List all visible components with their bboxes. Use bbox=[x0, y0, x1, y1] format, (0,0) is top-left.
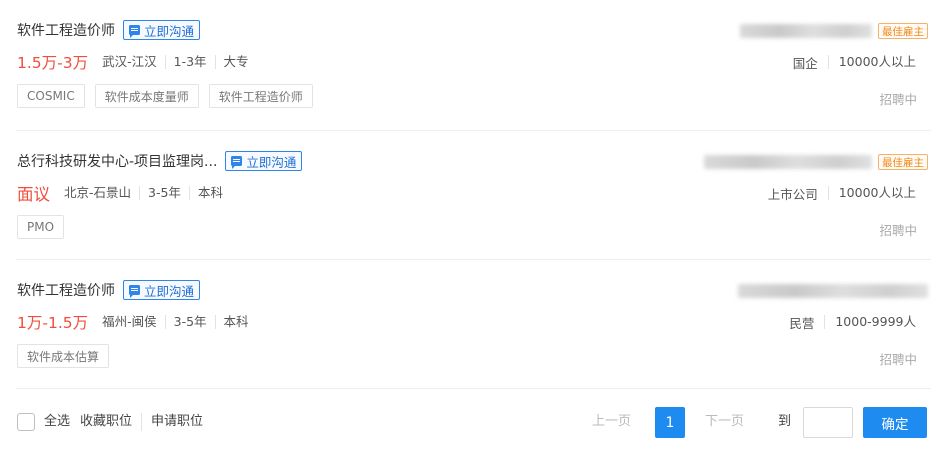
page-number-current[interactable]: 1 bbox=[655, 407, 685, 438]
experience: 3-5年 bbox=[139, 186, 189, 200]
best-employer-badge: 最佳雇主 bbox=[878, 23, 928, 39]
job-title[interactable]: 软件工程造价师 bbox=[17, 280, 115, 300]
experience: 3-5年 bbox=[164, 315, 215, 329]
select-all-label[interactable]: 全选 bbox=[44, 413, 70, 431]
job-title[interactable]: 软件工程造价师 bbox=[17, 20, 115, 40]
tag-list: PMO bbox=[17, 215, 74, 239]
company-name-redacted[interactable] bbox=[738, 284, 928, 298]
best-employer-badge: 最佳雇主 bbox=[878, 154, 928, 170]
company-type: 国企 bbox=[792, 55, 818, 71]
company-size: 10000人以上 bbox=[827, 55, 916, 69]
skill-tag: 软件工程造价师 bbox=[208, 84, 313, 108]
footer-separator bbox=[141, 413, 142, 431]
experience: 1-3年 bbox=[164, 55, 215, 69]
apply-jobs-button[interactable]: 申请职位 bbox=[151, 413, 203, 431]
chat-button-label: 立即沟通 bbox=[144, 283, 195, 299]
skill-tag: 软件成本度量师 bbox=[94, 84, 199, 108]
company-name-redacted[interactable] bbox=[740, 24, 872, 38]
company-size: 1000-9999人 bbox=[824, 315, 916, 329]
company-row bbox=[738, 280, 928, 302]
job-title-row: 软件工程造价师 立即沟通 bbox=[17, 278, 201, 302]
job-title-row: 总行科技研发中心-项目监理岗... 立即沟通 bbox=[17, 149, 303, 173]
skill-tag: COSMIC bbox=[17, 84, 85, 108]
job-status: 招聘中 bbox=[879, 352, 917, 367]
job-title[interactable]: 总行科技研发中心-项目监理岗... bbox=[17, 151, 217, 171]
company-type: 民营 bbox=[789, 315, 815, 331]
chat-button-label: 立即沟通 bbox=[246, 154, 297, 170]
tag-list: 软件成本估算 bbox=[17, 344, 119, 368]
location: 福州-闽侯 bbox=[102, 314, 157, 329]
salary: 1万-1.5万 bbox=[17, 314, 89, 332]
select-all-checkbox[interactable] bbox=[17, 413, 35, 431]
location: 北京-石景山 bbox=[64, 185, 132, 200]
next-page-button[interactable]: 下一页 bbox=[705, 412, 744, 432]
salary: 面议 bbox=[17, 185, 50, 204]
job-card[interactable]: 总行科技研发中心-项目监理岗... 立即沟通 面议 北京-石景山 3-5年 本科… bbox=[0, 131, 947, 259]
favorite-jobs-button[interactable]: 收藏职位 bbox=[80, 413, 132, 431]
company-row: 最佳雇主 bbox=[740, 20, 928, 42]
chat-button[interactable]: 立即沟通 bbox=[123, 20, 201, 40]
skill-tag: 软件成本估算 bbox=[17, 344, 110, 368]
job-info-row: 1.5万-3万 武汉-江汉 1-3年 大专 bbox=[17, 50, 257, 74]
education: 本科 bbox=[214, 315, 257, 329]
chat-icon bbox=[231, 156, 243, 169]
company-info-row: 民营 1000-9999人 bbox=[789, 311, 916, 333]
job-title-row: 软件工程造价师 立即沟通 bbox=[17, 18, 201, 42]
job-card[interactable]: 软件工程造价师 立即沟通 1.5万-3万 武汉-江汉 1-3年 大专 COSMI… bbox=[0, 0, 947, 128]
goto-label: 到 bbox=[778, 414, 792, 429]
company-info-row: 国企 10000人以上 bbox=[793, 51, 916, 73]
chat-button-label: 立即沟通 bbox=[144, 23, 195, 39]
job-status: 招聘中 bbox=[879, 92, 917, 107]
chat-button[interactable]: 立即沟通 bbox=[225, 151, 303, 171]
company-type: 上市公司 bbox=[767, 186, 818, 202]
job-info-row: 面议 北京-石景山 3-5年 本科 bbox=[17, 181, 231, 205]
job-status: 招聘中 bbox=[879, 223, 917, 238]
tag-list: COSMIC 软件成本度量师 软件工程造价师 bbox=[17, 84, 323, 108]
company-name-redacted[interactable] bbox=[704, 155, 872, 169]
job-info-row: 1万-1.5万 福州-闽侯 3-5年 本科 bbox=[17, 310, 257, 334]
job-card[interactable]: 软件工程造价师 立即沟通 1万-1.5万 福州-闽侯 3-5年 本科 软件成本估… bbox=[0, 260, 947, 388]
confirm-button[interactable]: 确定 bbox=[863, 407, 927, 438]
chat-button[interactable]: 立即沟通 bbox=[123, 280, 201, 300]
list-footer: 全选 收藏职位 申请职位 上一页 1 下一页 到 确定 bbox=[0, 388, 947, 459]
company-size: 10000人以上 bbox=[827, 186, 916, 200]
education: 本科 bbox=[188, 186, 231, 200]
chat-icon bbox=[129, 285, 140, 298]
skill-tag: PMO bbox=[17, 215, 65, 239]
education: 大专 bbox=[214, 55, 257, 69]
company-row: 最佳雇主 bbox=[704, 151, 928, 173]
salary: 1.5万-3万 bbox=[17, 54, 89, 72]
location: 武汉-江汉 bbox=[102, 54, 157, 69]
company-info-row: 上市公司 10000人以上 bbox=[768, 182, 916, 204]
goto-page-input[interactable] bbox=[803, 407, 853, 438]
chat-icon bbox=[129, 25, 140, 38]
prev-page-button[interactable]: 上一页 bbox=[592, 412, 631, 432]
